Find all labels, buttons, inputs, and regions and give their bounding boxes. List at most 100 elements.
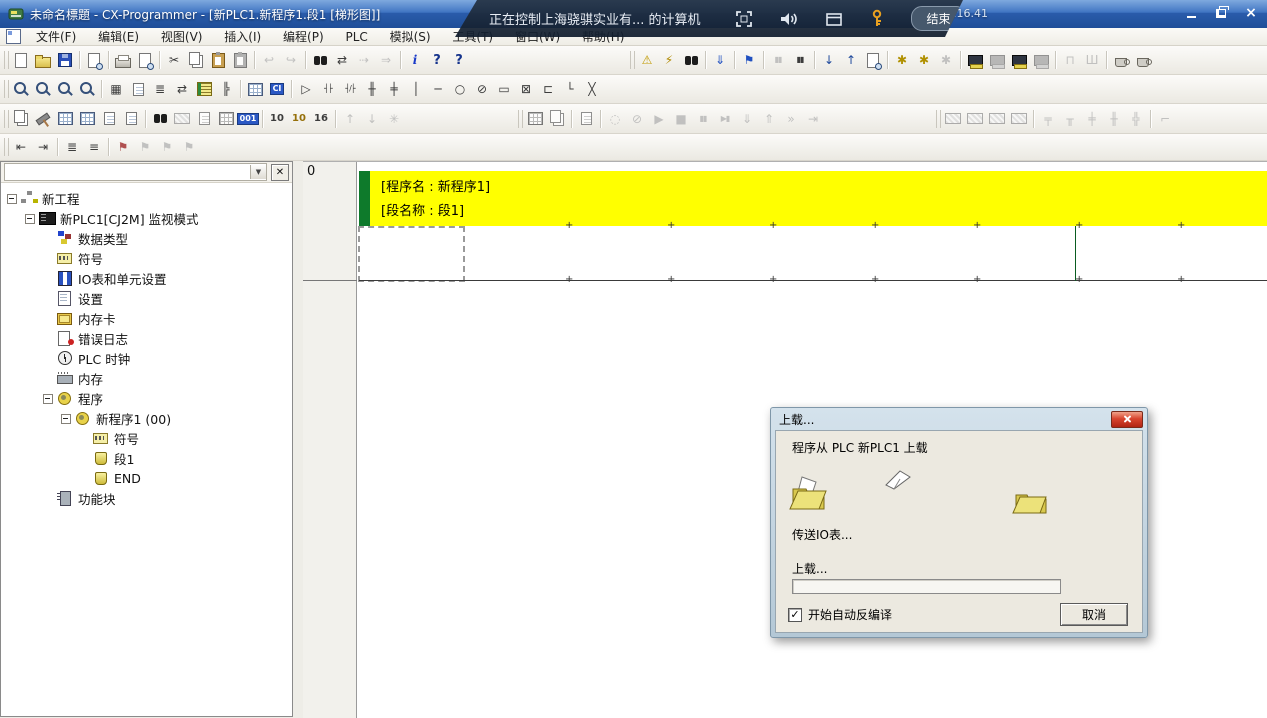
auto-decompile-checkbox[interactable]: ✓ [788, 608, 802, 622]
find-references[interactable]: ⇢ [353, 49, 375, 71]
new-closed-contact[interactable]: ┤/├ [339, 78, 361, 100]
new-file[interactable] [10, 49, 32, 71]
search-in-plc[interactable] [680, 49, 702, 71]
tree-item-symbols[interactable]: 符号 [1, 248, 292, 268]
display-decimal[interactable]: 10 [266, 108, 288, 130]
toggle-rung-wrap[interactable]: ⇄ [171, 78, 193, 100]
sim-continuous-step[interactable]: » [780, 108, 802, 130]
context-help[interactable]: ? [448, 49, 470, 71]
new-or-contact[interactable]: ╫ [361, 78, 383, 100]
monitor-in-rung[interactable] [193, 78, 215, 100]
watch-window[interactable] [54, 108, 76, 130]
new-closed-coil[interactable]: ⊘ [471, 78, 493, 100]
close-panel-button[interactable]: ✕ [271, 164, 289, 181]
compare-with-plc[interactable] [862, 49, 884, 71]
tree-expander-icon[interactable] [43, 394, 56, 403]
menu-simulation[interactable]: 模拟(S) [381, 28, 444, 46]
menu-view[interactable]: 视图(V) [152, 28, 215, 46]
clear-breakpoints[interactable]: ⊘ [626, 108, 648, 130]
tree-item-program1-symbols[interactable]: 符号 [1, 428, 292, 448]
sim-stop[interactable]: ■ [670, 108, 692, 130]
copy[interactable] [185, 49, 207, 71]
tree-item-funcblocks[interactable]: 功能块 [1, 488, 292, 508]
toolbox[interactable] [32, 108, 54, 130]
differential-monitor[interactable]: ⊓ [1059, 49, 1081, 71]
data-trace-window[interactable] [215, 108, 237, 130]
tree-expander-icon[interactable] [79, 474, 92, 483]
auto-online[interactable]: ⇓ [709, 49, 731, 71]
show-io-comments[interactable] [942, 108, 964, 130]
select-tool[interactable]: ▷ [295, 78, 317, 100]
compile-program-check[interactable] [83, 49, 105, 71]
properties-window[interactable] [120, 108, 142, 130]
auto-line-connect[interactable]: ⌐ [1154, 108, 1176, 130]
clear-bookmarks[interactable]: ⚑ [178, 136, 200, 158]
paste-special[interactable] [229, 49, 251, 71]
next-bookmark[interactable]: ⚑ [156, 136, 178, 158]
minimize-button[interactable] [1183, 6, 1199, 20]
dialog-close-icon[interactable] [1111, 411, 1143, 428]
new-or-closed-contact[interactable]: ╪ [383, 78, 405, 100]
tree-expander-icon[interactable] [43, 374, 56, 383]
new-inverted-instruction[interactable]: ⊠ [515, 78, 537, 100]
tree-item-programs[interactable]: 程序 [1, 388, 292, 408]
window-mode-icon[interactable] [825, 10, 843, 28]
show-rung-comments[interactable] [964, 108, 986, 130]
menu-insert[interactable]: 插入(I) [215, 28, 274, 46]
tree-item-program1[interactable]: 新程序1 (00) [1, 408, 292, 428]
find[interactable] [309, 49, 331, 71]
shift-rung-right[interactable]: ⇥ [32, 136, 54, 158]
previous-bookmark[interactable]: ⚑ [134, 136, 156, 158]
work-online-simulator[interactable] [986, 49, 1008, 71]
output-window[interactable] [98, 108, 120, 130]
tree-expander-icon[interactable] [7, 194, 20, 203]
address-reference-tool[interactable] [171, 108, 193, 130]
new-instruction[interactable]: ▭ [493, 78, 515, 100]
sim-scan-run[interactable]: ⇥ [802, 108, 824, 130]
io-comment-view[interactable] [193, 108, 215, 130]
edit-comments[interactable] [127, 78, 149, 100]
tree-item-project[interactable]: 新工程 [1, 188, 292, 208]
display-signed-decimal[interactable]: 10 [288, 108, 310, 130]
close-button[interactable]: × [1243, 6, 1259, 20]
tree-expander-icon[interactable] [79, 454, 92, 463]
tree-item-end[interactable]: END [1, 468, 292, 488]
sim-pause[interactable]: ▮▮ [692, 108, 714, 130]
view-ci-window[interactable]: CI [266, 78, 288, 100]
fullscreen-icon[interactable] [735, 10, 753, 28]
cut[interactable]: ✂ [163, 49, 185, 71]
quick-online-edit[interactable]: ⚡ [658, 49, 680, 71]
view-symbol-table[interactable] [244, 78, 266, 100]
force-off[interactable] [1132, 49, 1154, 71]
sim-step[interactable]: ▶▮ [714, 108, 736, 130]
join-rungs[interactable]: ╬ [1125, 108, 1147, 130]
menu-edit[interactable]: 编辑(E) [89, 28, 152, 46]
selected-cell[interactable] [358, 226, 465, 282]
save-file[interactable] [54, 49, 76, 71]
key-icon[interactable] [869, 9, 885, 29]
sim-step-out[interactable]: ⇑ [758, 108, 780, 130]
go-to-next-address[interactable]: ↓ [361, 108, 383, 130]
tree-expander-icon[interactable] [43, 494, 56, 503]
print-preview[interactable] [134, 49, 156, 71]
cancel-button[interactable]: 取消 [1060, 603, 1128, 626]
tree-item-plc[interactable]: 新PLC1[CJ2M] 监视模式 [1, 208, 292, 228]
go-to-previous-address[interactable]: ↑ [339, 108, 361, 130]
sound-icon[interactable] [779, 10, 799, 28]
tree-item-errorlog[interactable]: 错误日志 [1, 328, 292, 348]
work-online[interactable] [964, 49, 986, 71]
about-info[interactable]: i [404, 49, 426, 71]
simulator-transfer[interactable] [575, 108, 597, 130]
download-to-plc[interactable]: ↓ [818, 49, 840, 71]
open-file[interactable] [32, 49, 54, 71]
menu-plc[interactable]: PLC [336, 28, 380, 46]
undo[interactable]: ↩ [258, 49, 280, 71]
align-rungs[interactable]: ≣ [61, 136, 83, 158]
compile-plc-program[interactable]: ⚠ [636, 49, 658, 71]
tree-expander-icon[interactable] [43, 254, 56, 263]
tree-expander-icon[interactable] [79, 434, 92, 443]
tidy-rungs[interactable]: ≡ [83, 136, 105, 158]
cross-reference-report[interactable] [149, 108, 171, 130]
simulator-online[interactable] [524, 108, 546, 130]
new-coil[interactable]: ○ [449, 78, 471, 100]
